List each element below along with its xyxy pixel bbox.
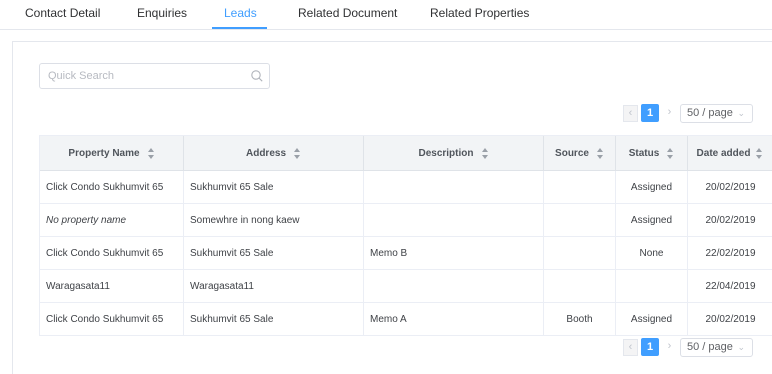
- date-added-cell: 20/02/2019: [705, 214, 756, 226]
- page-size-value: 50 / page: [687, 341, 733, 353]
- date-added-cell: 22/04/2019: [705, 280, 756, 292]
- description-cell: Memo B: [364, 237, 544, 269]
- table-header-row: Property Name Address Description Source…: [40, 136, 772, 171]
- pagination-bottom: ‹ 1 › 50 / page ⌄: [623, 338, 763, 357]
- sort-icon[interactable]: [667, 147, 674, 159]
- property-name-cell: Click Condo Sukhumvit 65: [40, 237, 184, 269]
- tab-leads[interactable]: Leads: [224, 6, 257, 20]
- column-header-status[interactable]: Status: [616, 136, 688, 170]
- pagination-top: ‹ 1 › 50 / page ⌄: [623, 104, 763, 123]
- column-header-date-added[interactable]: Date added: [688, 136, 772, 170]
- table-row[interactable]: Click Condo Sukhumvit 65 Sukhumvit 65 Sa…: [40, 303, 772, 336]
- tab-related-document[interactable]: Related Document: [298, 6, 397, 20]
- leads-table: Property Name Address Description Source…: [39, 135, 772, 336]
- next-page-button[interactable]: ›: [662, 105, 677, 122]
- address-cell: Sukhumvit 65 Sale: [184, 303, 364, 335]
- property-name-cell: No property name: [40, 204, 184, 236]
- property-name-cell: Waragasata11: [40, 270, 184, 302]
- tab-related-properties[interactable]: Related Properties: [430, 6, 529, 20]
- description-cell: [364, 171, 544, 203]
- source-cell: [544, 237, 616, 269]
- date-added-cell: 22/02/2019: [705, 247, 756, 259]
- table-row[interactable]: Click Condo Sukhumvit 65 Sukhumvit 65 Sa…: [40, 237, 772, 270]
- page-size-value: 50 / page: [687, 107, 733, 119]
- source-cell: [544, 204, 616, 236]
- description-cell: Memo A: [364, 303, 544, 335]
- quick-search-box: [39, 63, 270, 89]
- source-cell: Booth: [544, 303, 616, 335]
- column-header-source[interactable]: Source: [544, 136, 616, 170]
- property-name-cell: Click Condo Sukhumvit 65: [40, 171, 184, 203]
- column-header-description[interactable]: Description: [364, 136, 544, 170]
- source-cell: [544, 270, 616, 302]
- next-page-button[interactable]: ›: [662, 339, 677, 356]
- address-cell: Sukhumvit 65 Sale: [184, 171, 364, 203]
- property-name-cell: Click Condo Sukhumvit 65: [40, 303, 184, 335]
- description-cell: [364, 270, 544, 302]
- tab-enquiries[interactable]: Enquiries: [137, 6, 187, 20]
- tab-contact-detail[interactable]: Contact Detail: [25, 6, 100, 20]
- status-cell: Assigned: [616, 204, 688, 236]
- status-cell: Assigned: [616, 303, 688, 335]
- sort-icon[interactable]: [294, 147, 301, 159]
- page-number-button[interactable]: 1: [641, 104, 659, 122]
- active-tab-indicator: [212, 27, 267, 29]
- date-added-cell: 20/02/2019: [705, 313, 756, 325]
- sort-icon[interactable]: [756, 147, 763, 159]
- description-cell: [364, 204, 544, 236]
- search-icon[interactable]: [250, 69, 264, 83]
- table-row[interactable]: Click Condo Sukhumvit 65 Sukhumvit 65 Sa…: [40, 171, 772, 204]
- source-cell: [544, 171, 616, 203]
- prev-page-button[interactable]: ‹: [623, 105, 638, 122]
- status-cell: None: [616, 237, 688, 269]
- sort-icon[interactable]: [147, 147, 155, 159]
- address-cell: Somewhre in nong kaew: [184, 204, 364, 236]
- tab-bar: Contact Detail Enquiries Leads Related D…: [0, 0, 772, 30]
- status-cell: [616, 270, 688, 302]
- status-cell: Assigned: [616, 171, 688, 203]
- date-added-cell: 20/02/2019: [705, 181, 756, 193]
- chevron-down-icon: ⌄: [737, 342, 745, 352]
- sort-icon[interactable]: [481, 147, 489, 159]
- page-size-select[interactable]: 50 / page ⌄: [680, 104, 753, 123]
- quick-search-input[interactable]: [48, 68, 238, 84]
- page-size-select[interactable]: 50 / page ⌄: [680, 338, 753, 357]
- table-row[interactable]: Waragasata11 Waragasata11 22/04/2019: [40, 270, 772, 303]
- table-row[interactable]: No property name Somewhre in nong kaew A…: [40, 204, 772, 237]
- column-header-property-name[interactable]: Property Name: [40, 136, 184, 170]
- page-number-button[interactable]: 1: [641, 338, 659, 356]
- column-header-address[interactable]: Address: [184, 136, 364, 170]
- sort-icon[interactable]: [596, 147, 604, 159]
- address-cell: Waragasata11: [184, 270, 364, 302]
- address-cell: Sukhumvit 65 Sale: [184, 237, 364, 269]
- prev-page-button[interactable]: ‹: [623, 339, 638, 356]
- chevron-down-icon: ⌄: [737, 108, 745, 118]
